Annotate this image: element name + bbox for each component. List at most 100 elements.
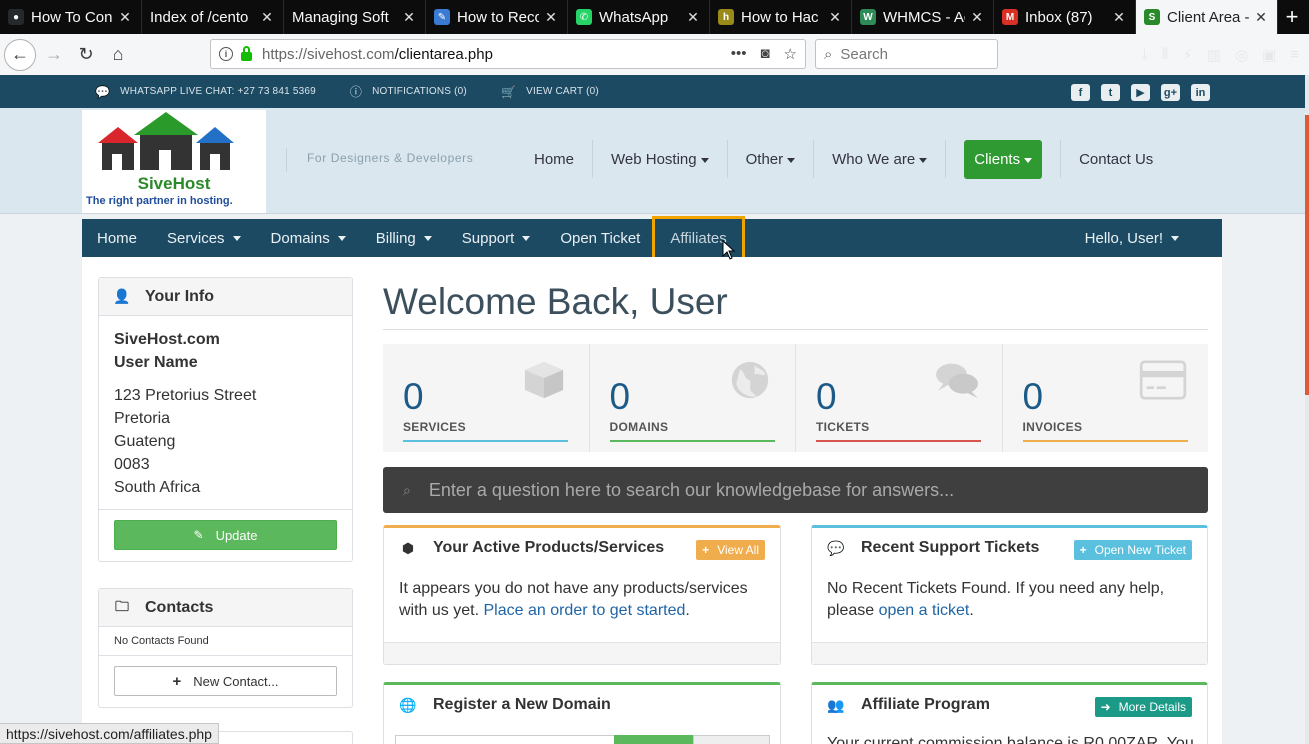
url-bar[interactable]: i https://sivehost.com/clientarea.php ••… <box>210 39 806 69</box>
more-details-button[interactable]: ➜ More Details <box>1094 697 1192 717</box>
page-actions-icon[interactable]: ••• <box>731 45 747 63</box>
social-links: f t ▶ g+ in <box>1071 84 1210 101</box>
close-tab-icon[interactable]: ✕ <box>685 9 701 26</box>
close-tab-icon[interactable]: ✕ <box>827 9 843 26</box>
affiliate-program-panel: 👥 Affiliate Program ➜ More Details Your c… <box>811 682 1208 744</box>
sidebar-icon[interactable]: ▥ <box>1207 46 1221 64</box>
close-tab-icon[interactable]: ✕ <box>969 9 985 26</box>
nav-contact-us[interactable]: Contact Us <box>1061 140 1171 178</box>
close-tab-icon[interactable]: ✕ <box>259 9 275 26</box>
close-tab-icon[interactable]: ✕ <box>1253 9 1269 26</box>
youtube-icon[interactable]: ▶ <box>1131 84 1150 101</box>
addon-icon[interactable]: ▣ <box>1262 46 1276 64</box>
open-new-ticket-button[interactable]: + Open New Ticket <box>1073 540 1192 560</box>
bookmark-star-icon[interactable]: ☆ <box>784 45 797 63</box>
support-tickets-period: . <box>969 602 974 619</box>
nav-web-hosting[interactable]: Web Hosting <box>593 140 728 178</box>
browser-search-input[interactable]: ⌕ Search <box>815 39 998 69</box>
info-icon[interactable]: i <box>219 47 233 61</box>
client-nav-home[interactable]: Home <box>82 219 152 257</box>
profile-icon[interactable]: ◎ <box>1235 46 1248 64</box>
client-nav-domains[interactable]: Domains <box>256 219 361 257</box>
pocket-icon[interactable]: ◙ <box>760 45 769 63</box>
tab-title: How to Reco <box>457 8 539 26</box>
home-button[interactable]: ⌂ <box>102 39 134 71</box>
notifications-link[interactable]: ⓘ NOTIFICATIONS (0) <box>350 83 467 100</box>
forward-button[interactable]: → <box>38 39 70 71</box>
client-nav-open-ticket[interactable]: Open Ticket <box>545 219 655 257</box>
client-area-nav: Home Services Domains Billing Support Op… <box>82 216 1222 274</box>
domain-search-button[interactable] <box>614 735 693 744</box>
client-nav-billing[interactable]: Billing <box>361 219 447 257</box>
facebook-icon[interactable]: f <box>1071 84 1090 101</box>
browser-tab[interactable]: ✆ WhatsApp ✕ <box>568 0 710 34</box>
browser-tab[interactable]: W WHMCS - Ac ✕ <box>852 0 994 34</box>
nav-contact-us-label: Contact Us <box>1079 150 1154 168</box>
browser-nav-bar: ← → ↻ ⌂ i https://sivehost.com/clientare… <box>0 34 1309 75</box>
active-products-title: Your Active Products/Services <box>433 539 665 556</box>
whatsapp-chat-link[interactable]: 💬 WHATSAPP LIVE CHAT: +27 73 841 5369 <box>95 85 316 99</box>
knowledgebase-search-input[interactable]: ⌕ Enter a question here to search our kn… <box>383 467 1208 513</box>
client-nav-services-label: Services <box>167 229 225 247</box>
linkedin-icon[interactable]: in <box>1191 84 1210 101</box>
close-tab-icon[interactable]: ✕ <box>1111 9 1127 26</box>
tab-title: WHMCS - Ac <box>883 8 965 26</box>
info-name: User Name <box>114 354 198 371</box>
browser-tab[interactable]: Index of /cento ✕ <box>142 0 284 34</box>
library-icon[interactable]: ⫴ <box>1162 46 1168 63</box>
place-order-link[interactable]: Place an order to get started <box>483 602 685 619</box>
domain-search-input[interactable] <box>395 735 615 744</box>
nav-home[interactable]: Home <box>516 140 594 178</box>
info-circle-icon: ⓘ <box>349 85 363 99</box>
client-nav-services[interactable]: Services <box>152 219 256 257</box>
new-contact-button[interactable]: + New Contact... <box>114 666 337 696</box>
pointer-icon <box>722 240 736 260</box>
googleplus-icon[interactable]: g+ <box>1161 84 1180 101</box>
close-tab-icon[interactable]: ✕ <box>401 9 417 26</box>
downloads-icon[interactable]: ⤓ <box>1141 46 1148 63</box>
extension-icon[interactable]: ⚡ <box>1182 46 1193 64</box>
info-address-line: South Africa <box>114 479 201 496</box>
browser-tab[interactable]: ✎ How to Reco ✕ <box>426 0 568 34</box>
close-tab-icon[interactable]: ✕ <box>117 9 133 26</box>
client-nav-support-label: Support <box>461 229 515 247</box>
stat-services[interactable]: 0 SERVICES <box>383 344 590 452</box>
browser-tab[interactable]: ● How To Con ✕ <box>0 0 142 34</box>
back-button[interactable]: ← <box>4 38 36 71</box>
contacts-panel: 🗀 Contacts No Contacts Found + New Contact… <box>98 588 353 708</box>
twitter-icon[interactable]: t <box>1101 84 1120 101</box>
register-domain-panel: 🌐 Register a New Domain <box>383 682 781 744</box>
new-tab-button[interactable]: + <box>1275 0 1309 34</box>
view-all-button[interactable]: + View All <box>696 540 765 560</box>
nav-who-we-are[interactable]: Who We are <box>814 140 947 178</box>
client-nav-user-menu[interactable]: Hello, User! <box>1070 219 1194 257</box>
menu-icon[interactable]: ≡ <box>1290 46 1299 63</box>
open-new-ticket-label: Open New Ticket <box>1094 543 1186 557</box>
open-ticket-link[interactable]: open a ticket <box>879 602 970 619</box>
sivehost-logo[interactable]: SiveHost The right partner in hosting. <box>82 110 266 213</box>
houses-logo-icon <box>98 112 234 170</box>
browser-tab[interactable]: M Inbox (87) ✕ <box>994 0 1136 34</box>
search-icon: ⌕ <box>403 481 411 498</box>
client-nav-support[interactable]: Support <box>447 219 546 257</box>
stat-tickets[interactable]: 0 TICKETS <box>796 344 1003 452</box>
stat-domains[interactable]: 0 DOMAINS <box>590 344 796 452</box>
browser-tab[interactable]: h How to Hac ✕ <box>710 0 852 34</box>
search-icon: ⌕ <box>824 45 833 63</box>
reload-button[interactable]: ↻ <box>70 39 102 71</box>
your-info-body: SiveHost.com User Name 123 Pretorius Str… <box>99 316 352 509</box>
stat-invoices[interactable]: 0 INVOICES <box>1003 344 1209 452</box>
page-scrollbar[interactable] <box>1305 75 1309 744</box>
nav-other[interactable]: Other <box>728 140 815 178</box>
scrollbar-thumb[interactable] <box>1305 115 1309 395</box>
domain-transfer-button[interactable] <box>693 735 770 744</box>
nav-clients[interactable]: Clients <box>964 139 1043 179</box>
browser-tab[interactable]: S Client Area - ✕ <box>1136 0 1278 34</box>
view-cart-link[interactable]: 🛒 VIEW CART (0) <box>501 85 599 99</box>
site-top-strip: 💬 WHATSAPP LIVE CHAT: +27 73 841 5369 ⓘ NO… <box>0 75 1305 108</box>
browser-tab[interactable]: Managing Soft ✕ <box>284 0 426 34</box>
user-icon: 👤 <box>113 288 131 304</box>
update-button[interactable]: ✎ Update <box>114 520 337 550</box>
info-address-line: 123 Pretorius Street <box>114 387 257 404</box>
close-tab-icon[interactable]: ✕ <box>543 9 559 26</box>
